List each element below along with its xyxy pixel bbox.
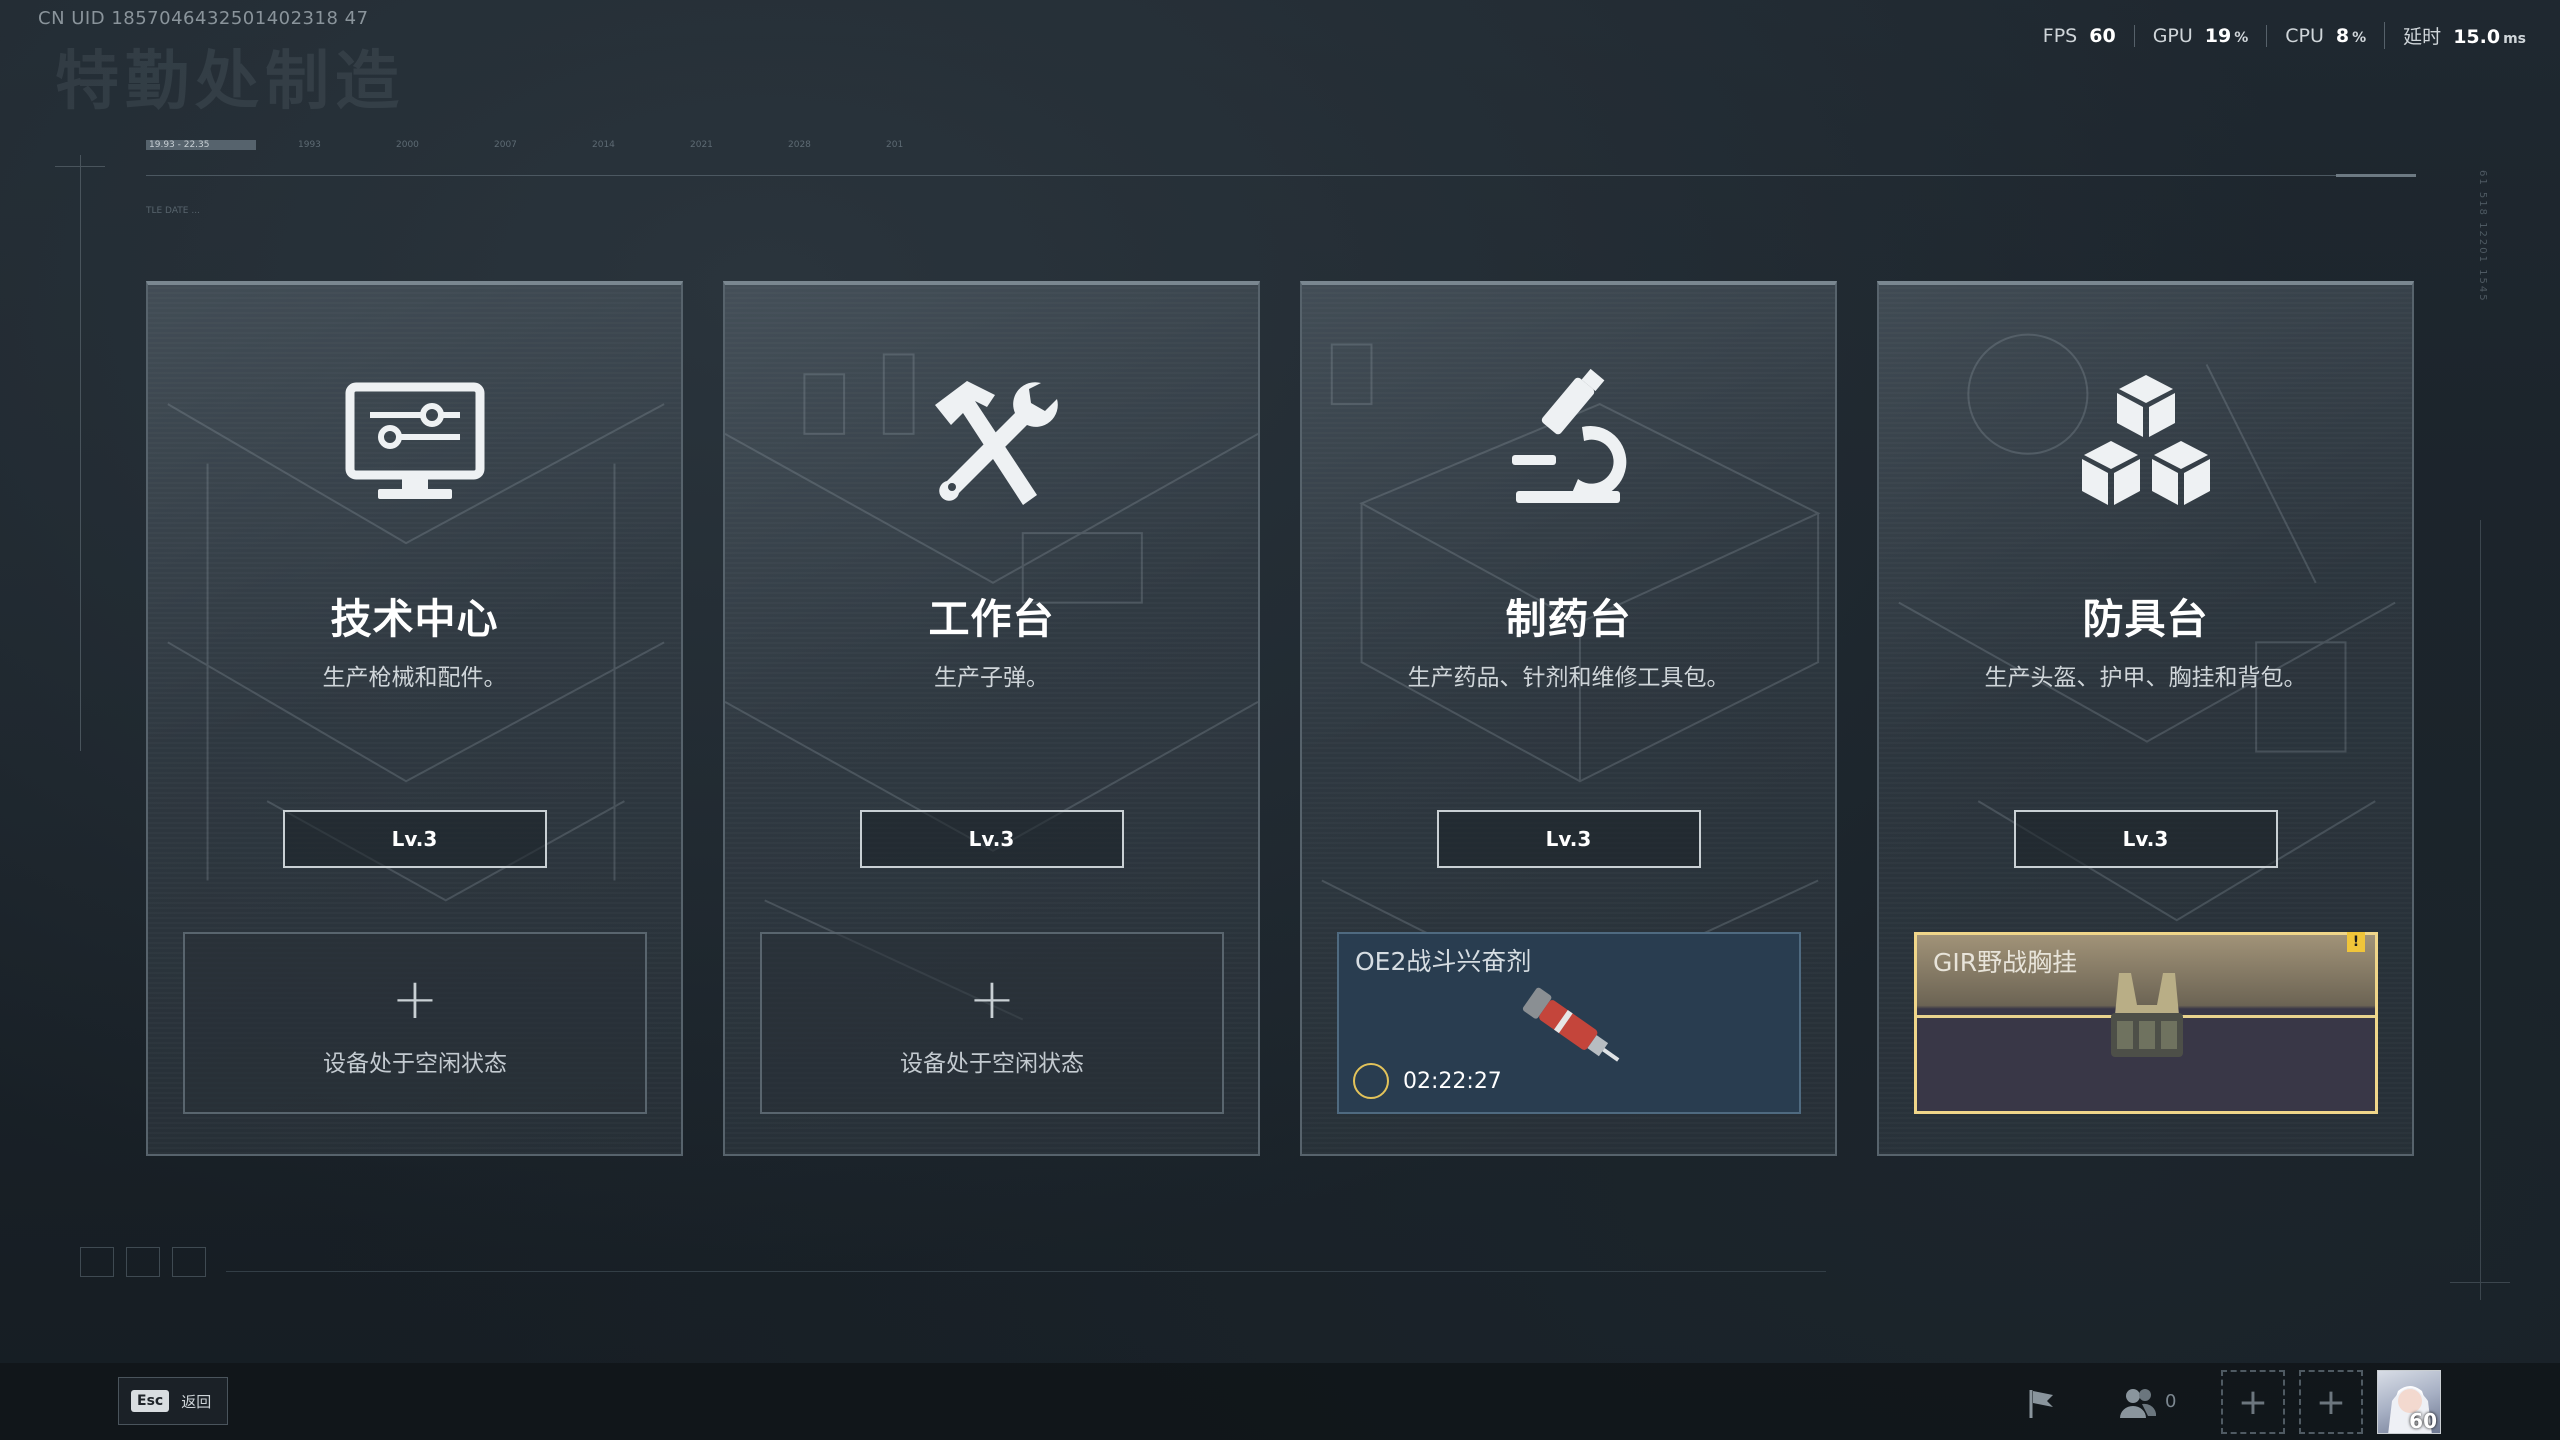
cpu-value: 8 (2335, 24, 2350, 47)
timeline-tick: 2028 (788, 140, 811, 150)
station-title: 制药台 (1505, 595, 1632, 643)
deco-square (126, 1247, 160, 1277)
add-teammate-button[interactable]: + (2299, 1370, 2363, 1434)
production-slot-complete[interactable]: GIR野战胸挂 ! (1914, 932, 2378, 1114)
background-title: 特勤处制造 (55, 45, 405, 119)
chest-rig-icon (2111, 973, 2183, 1057)
station-card-tech-center[interactable]: 技术中心 生产枪械和配件。 Lv.3 + 设备处于空闲状态 (146, 281, 683, 1156)
station-card-workbench[interactable]: 工作台 生产子弹。 Lv.3 + 设备处于空闲状态 (723, 281, 1260, 1156)
clock-icon (1353, 1063, 1389, 1099)
deco-square (172, 1247, 206, 1277)
station-level-button[interactable]: Lv.3 (282, 810, 547, 868)
station-description: 生产枪械和配件。 (322, 665, 507, 691)
gpu-stat: GPU 19% (2133, 24, 2267, 47)
stimulant-syringe-icon (1522, 987, 1620, 1062)
station-card-armor-bench[interactable]: 防具台 生产头盔、护甲、胸挂和背包。 Lv.3 GIR野战胸挂 ! (1877, 281, 2414, 1156)
station-level-button[interactable]: Lv.3 (1436, 810, 1701, 868)
avatar-level: 60 (2409, 1409, 2437, 1433)
alert-badge: ! (2347, 932, 2365, 952)
station-description: 生产头盔、护甲、胸挂和背包。 (1984, 665, 2307, 691)
microscope-icon (1511, 368, 1626, 503)
slot-idle-text: 设备处于空闲状态 (900, 1051, 1084, 1077)
timeline-tick: 1993 (298, 140, 321, 150)
deco-line (226, 1271, 1826, 1272)
friends-icon[interactable] (2110, 1375, 2166, 1431)
frame-line-left (80, 155, 81, 751)
deco-square (80, 1247, 114, 1277)
timeline-tick: 2021 (690, 140, 713, 150)
frame-line-right (2480, 520, 2481, 1300)
timeline-ticks: 19.93 - 22.35 1993 2000 2007 2014 2021 2… (146, 140, 984, 150)
cpu-label: CPU (2285, 24, 2324, 47)
station-card-pharmacy[interactable]: 制药台 生产药品、针剂和维修工具包。 Lv.3 OE2战斗兴奋剂 02:22:2… (1300, 281, 1837, 1156)
station-description: 生产子弹。 (934, 665, 1049, 691)
timeline-tick: 2007 (494, 140, 517, 150)
production-slot-idle[interactable]: + 设备处于空闲状态 (760, 932, 1224, 1114)
timeline-tick: 2000 (396, 140, 419, 150)
back-button[interactable]: Esc 返回 (118, 1377, 228, 1425)
cpu-unit: % (2352, 29, 2367, 46)
production-slot-idle[interactable]: + 设备处于空闲状态 (183, 932, 647, 1114)
station-title: 技术中心 (330, 595, 499, 643)
flag-icon[interactable] (2014, 1375, 2070, 1431)
gpu-unit: % (2234, 29, 2249, 46)
friends-online-count: 0 (2165, 1391, 2177, 1412)
esc-key: Esc (131, 1390, 170, 1412)
production-timer: 02:22:27 (1403, 1069, 1502, 1094)
back-label: 返回 (181, 1392, 212, 1411)
station-cards: 技术中心 生产枪械和配件。 Lv.3 + 设备处于空闲状态 工作台 生产子弹。 … (146, 281, 2414, 1156)
add-icon: + (391, 967, 439, 1032)
station-level-button[interactable]: Lv.3 (859, 810, 1124, 868)
station-description: 生产药品、针剂和维修工具包。 (1407, 665, 1730, 691)
slot-idle-text: 设备处于空闲状态 (323, 1051, 507, 1077)
timeline: 19.93 - 22.35 1993 2000 2007 2014 2021 2… (146, 140, 2416, 180)
timeline-tick-active: 19.93 - 22.35 (146, 140, 256, 150)
timeline-line-end (2336, 174, 2416, 177)
product-name: OE2战斗兴奋剂 (1355, 947, 1532, 976)
timeline-tick: 2014 (592, 140, 615, 150)
station-title: 防具台 (2082, 595, 2209, 643)
player-avatar[interactable]: 60 (2377, 1370, 2441, 1434)
armor-cubes-icon (2081, 375, 2210, 505)
station-title: 工作台 (928, 595, 1055, 643)
performance-stats: FPS 60 GPU 19% CPU 8% 延时 15.0 ms (2025, 22, 2544, 49)
timeline-tick: 201 (886, 140, 904, 150)
side-coordinates: 61 518 12201 1545 (2477, 170, 2488, 303)
player-uid: CN UID 1857046432501402318 47 (38, 8, 369, 29)
station-level-button[interactable]: Lv.3 (2013, 810, 2278, 868)
computer-icon (345, 382, 484, 499)
hammer-wrench-icon (934, 381, 1058, 505)
add-teammate-button[interactable]: + (2221, 1370, 2285, 1434)
product-name: GIR野战胸挂 (1933, 948, 2078, 977)
gpu-value: 19 (2204, 24, 2232, 47)
production-slot-producing[interactable]: OE2战斗兴奋剂 02:22:27 (1337, 932, 1801, 1114)
latency-value: 15.0 (2453, 26, 2501, 48)
fps-label: FPS (2042, 24, 2078, 47)
bottom-decoration (80, 1243, 2480, 1283)
cpu-stat: CPU 8% (2266, 24, 2384, 47)
latency-label: 延时 (2403, 26, 2442, 48)
fps-value: 60 (2089, 24, 2116, 47)
timeline-sub-date: TLE DATE ... (146, 206, 200, 216)
fps-stat: FPS 60 (2025, 25, 2134, 47)
add-icon: + (968, 967, 1016, 1032)
timeline-line (146, 175, 2416, 176)
latency-unit: ms (2503, 31, 2526, 47)
frame-line-left-top (55, 166, 105, 167)
latency-stat: 延时 15.0 ms (2384, 22, 2544, 49)
gpu-label: GPU (2152, 24, 2193, 47)
